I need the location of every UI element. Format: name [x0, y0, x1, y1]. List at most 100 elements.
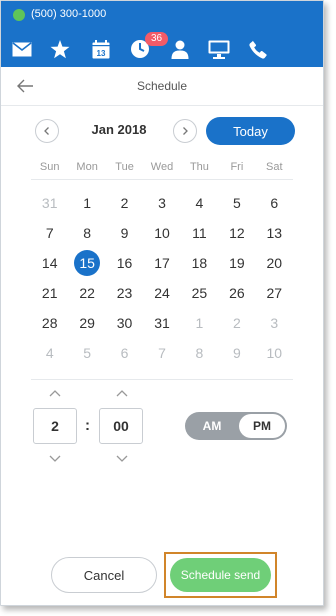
am-option[interactable]: AM — [185, 412, 239, 440]
calendar-day[interactable]: 17 — [143, 248, 180, 278]
previous-month-button[interactable] — [35, 119, 59, 143]
calendar-day[interactable]: 2 — [106, 188, 143, 218]
divider — [31, 379, 293, 380]
weekday-label: Sun — [39, 161, 60, 173]
calendar-day[interactable]: 29 — [68, 308, 105, 338]
calendar-day[interactable]: 28 — [31, 308, 68, 338]
calendar-day-number: 12 — [229, 225, 245, 241]
divider — [31, 179, 293, 180]
calendar-day[interactable]: 1 — [181, 308, 218, 338]
calendar-day-number: 29 — [79, 315, 95, 331]
hour-decrement-chevron-down-icon[interactable] — [48, 453, 62, 463]
calendar-day[interactable]: 13 — [256, 218, 293, 248]
calendar-day[interactable]: 7 — [31, 218, 68, 248]
calendar-day-number: 7 — [45, 225, 54, 241]
calendar-day[interactable]: 6 — [256, 188, 293, 218]
calendar-day-number: 14 — [41, 255, 58, 271]
calendar-day[interactable]: 8 — [68, 218, 105, 248]
calendar-day[interactable]: 12 — [218, 218, 255, 248]
calendar-day-number: 21 — [41, 285, 58, 301]
calendar-day-number: 30 — [116, 315, 133, 331]
nav-icon-bar: 13 36 — [1, 29, 323, 67]
calendar-day-number: 2 — [120, 195, 129, 211]
calendar-icon[interactable]: 13 — [90, 38, 112, 60]
calendar-days-grid: 31 1 2 3 4 5 6 7 8 9 10 11 12 13 14 15 16 17 18 19 20 21 22 23 2… — [31, 188, 293, 368]
calendar-day[interactable]: 4 — [31, 338, 68, 368]
minute-increment-chevron-up-icon[interactable] — [115, 389, 129, 399]
calendar-day-number: 5 — [232, 195, 241, 211]
calendar-day[interactable]: 9 — [106, 218, 143, 248]
calendar-day[interactable]: 21 — [31, 278, 68, 308]
calendar-day[interactable]: 9 — [218, 338, 255, 368]
calendar-day[interactable]: 31 — [31, 188, 68, 218]
time-separator: : — [85, 417, 90, 434]
calendar-day-number: 16 — [116, 255, 133, 271]
calendar-day[interactable]: 22 — [68, 278, 105, 308]
calendar-day[interactable]: 3 — [256, 308, 293, 338]
calendar-day[interactable]: 4 — [181, 188, 218, 218]
calendar-day-selected[interactable]: 15 — [68, 248, 105, 278]
calendar-day[interactable]: 18 — [181, 248, 218, 278]
weekday-label: Fri — [230, 161, 244, 173]
calendar-day-number: 15 — [74, 250, 101, 276]
calendar-day-number: 25 — [191, 285, 208, 301]
calendar-day[interactable]: 8 — [181, 338, 218, 368]
calendar-day-number: 7 — [158, 345, 166, 361]
chevron-right-icon — [183, 127, 188, 135]
hour-input[interactable]: 2 — [33, 408, 77, 444]
calendar-day[interactable]: 10 — [256, 338, 293, 368]
calendar-day[interactable]: 3 — [143, 188, 180, 218]
calendar-day[interactable]: 5 — [68, 338, 105, 368]
calendar-day[interactable]: 2 — [218, 308, 255, 338]
schedule-send-button[interactable]: Schedule send — [170, 558, 271, 592]
calendar-day-number: 13 — [266, 225, 283, 241]
hour-increment-chevron-up-icon[interactable] — [48, 389, 62, 399]
calendar-day-number: 1 — [83, 195, 92, 211]
calendar-day[interactable]: 19 — [218, 248, 255, 278]
calendar-day[interactable]: 11 — [181, 218, 218, 248]
calendar-day[interactable]: 25 — [181, 278, 218, 308]
envelope-icon[interactable] — [11, 38, 33, 60]
calendar-day-number: 8 — [83, 225, 92, 241]
calendar-day[interactable]: 30 — [106, 308, 143, 338]
pm-option[interactable]: PM — [239, 414, 285, 438]
page-title: Schedule — [136, 79, 188, 93]
calendar-day[interactable]: 6 — [106, 338, 143, 368]
today-button[interactable]: Today — [206, 117, 295, 145]
phone-number: (500) 300-1000 — [31, 8, 107, 20]
calendar-day-number: 20 — [266, 255, 283, 271]
am-pm-toggle: AM PM — [185, 412, 287, 440]
calendar-day-number: 11 — [192, 225, 207, 241]
monitor-icon[interactable] — [208, 38, 230, 60]
calendar-day[interactable]: 5 — [218, 188, 255, 218]
weekday-header: Sun Mon Tue Wed Thu Fri Sat — [31, 161, 293, 173]
star-icon[interactable] — [49, 38, 71, 60]
calendar-day-number: 3 — [158, 195, 166, 211]
calendar-day[interactable]: 26 — [218, 278, 255, 308]
calendar-day-number: 19 — [229, 255, 245, 271]
cancel-button[interactable]: Cancel — [51, 557, 157, 593]
calendar-day[interactable]: 1 — [68, 188, 105, 218]
calendar-day[interactable]: 20 — [256, 248, 293, 278]
calendar-day[interactable]: 31 — [143, 308, 180, 338]
calendar-day[interactable]: 16 — [106, 248, 143, 278]
calendar-day-number: 23 — [116, 285, 133, 301]
person-icon[interactable] — [169, 38, 191, 60]
calendar-day[interactable]: 24 — [143, 278, 180, 308]
calendar-day[interactable]: 14 — [31, 248, 68, 278]
page-header: Schedule — [1, 67, 323, 106]
weekday-label: Sat — [266, 161, 283, 173]
calendar-day[interactable]: 27 — [256, 278, 293, 308]
calendar-day[interactable]: 10 — [143, 218, 180, 248]
calendar-day-number: 5 — [83, 345, 92, 361]
next-month-button[interactable] — [173, 119, 197, 143]
calendar-day-number: 2 — [232, 315, 241, 331]
phone-icon[interactable] — [247, 38, 269, 60]
calendar-day-number: 1 — [195, 315, 204, 331]
weekday-label: Tue — [115, 161, 134, 173]
calendar-day-number: 26 — [229, 285, 245, 301]
minute-input[interactable]: 00 — [99, 408, 143, 444]
calendar-day[interactable]: 7 — [143, 338, 180, 368]
calendar-day[interactable]: 23 — [106, 278, 143, 308]
minute-decrement-chevron-down-icon[interactable] — [115, 453, 129, 463]
